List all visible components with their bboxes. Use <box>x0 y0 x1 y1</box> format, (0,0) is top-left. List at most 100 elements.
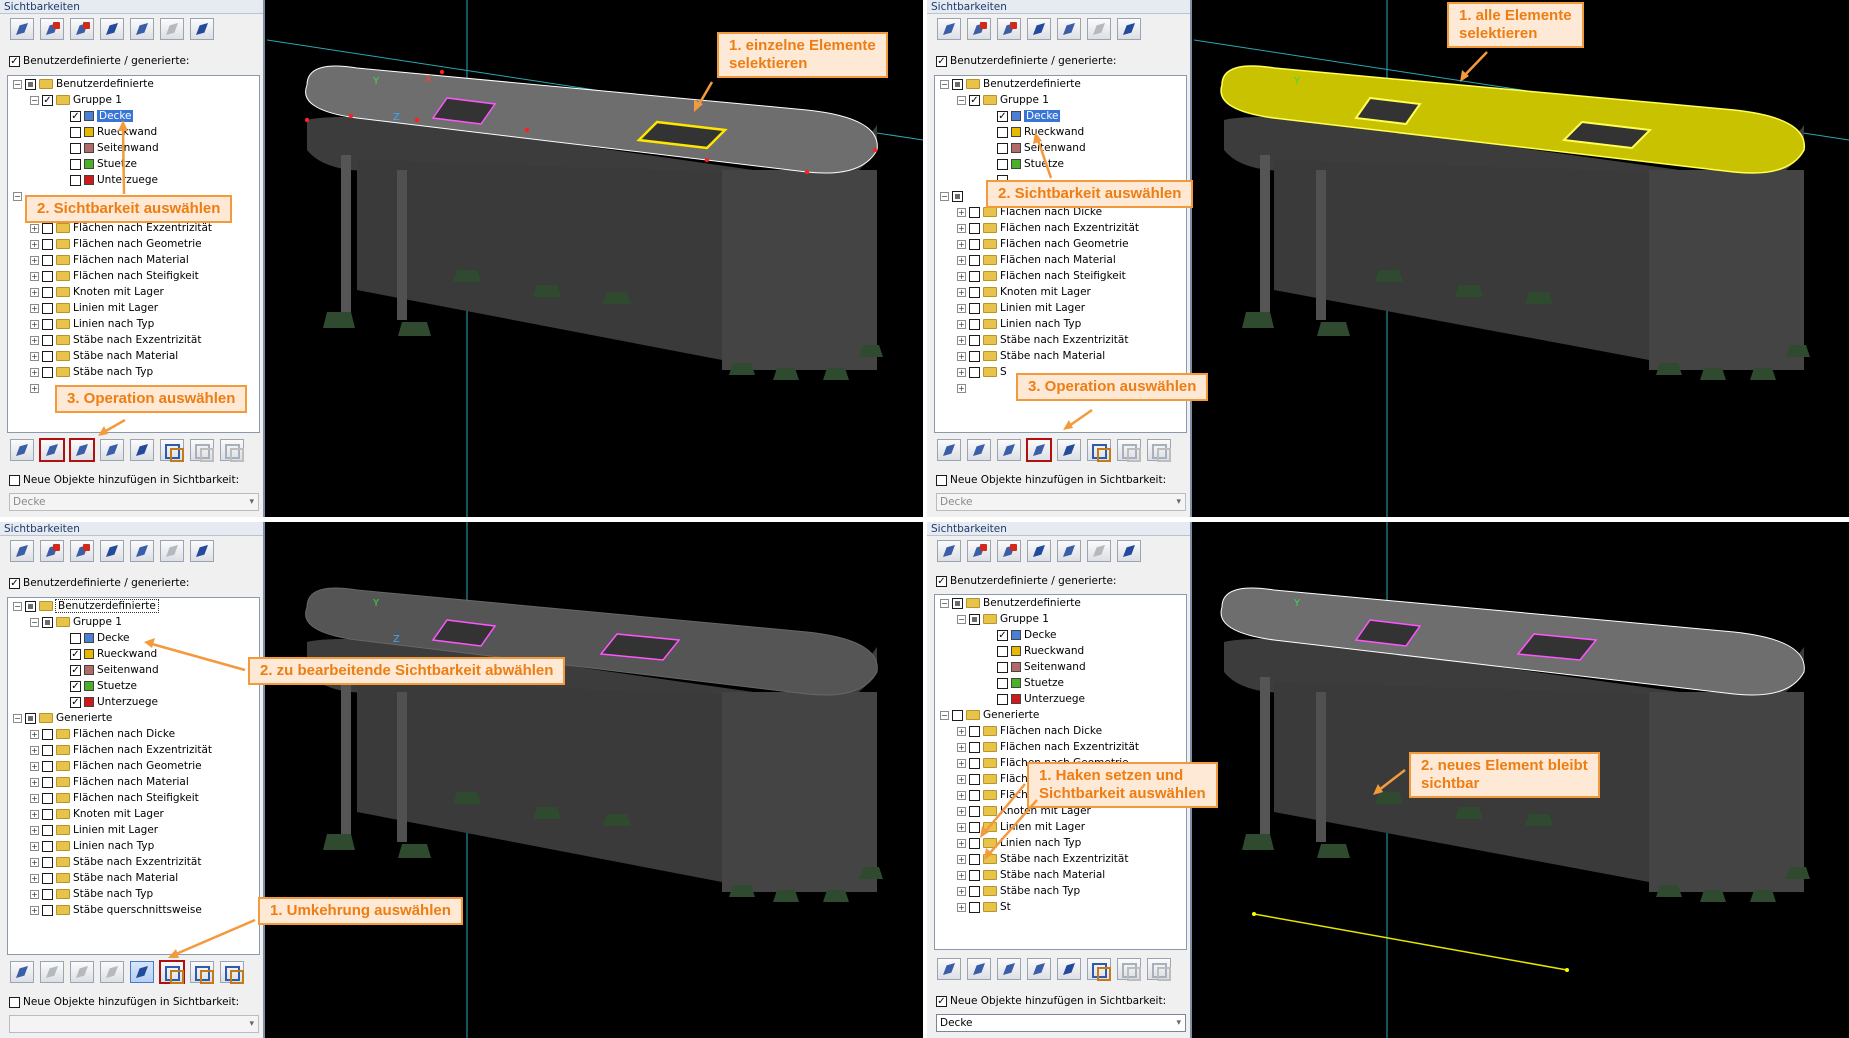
delete-visibility-icon[interactable] <box>967 540 991 562</box>
replace-visibility-icon[interactable] <box>100 961 124 983</box>
visibility-tool-icon[interactable] <box>937 958 961 980</box>
checkbox[interactable] <box>969 270 980 282</box>
user-generated-checkbox[interactable]: ✓ <box>936 575 947 587</box>
visibility-combo[interactable]: ▾ <box>9 1015 259 1033</box>
tree-item-generated[interactable]: +Flächen nach Geometrie <box>8 236 259 252</box>
checkbox[interactable] <box>969 789 980 801</box>
checkbox[interactable] <box>969 901 980 913</box>
checkbox[interactable] <box>969 366 980 378</box>
checkbox[interactable] <box>969 222 980 234</box>
checkbox[interactable] <box>42 824 53 836</box>
create-visibility-icon[interactable] <box>997 540 1021 562</box>
checkbox[interactable] <box>42 856 53 868</box>
3d-viewport[interactable]: Y <box>1194 0 1849 517</box>
difference-icon[interactable] <box>1147 958 1171 981</box>
tree-item-stuetze[interactable]: Stuetze <box>935 156 1186 172</box>
new-objects-checkbox[interactable] <box>9 996 20 1008</box>
tree-item-unterzuege[interactable]: Unterzuege <box>935 691 1186 707</box>
expand-icon[interactable]: + <box>30 255 39 265</box>
checkbox[interactable] <box>42 302 53 314</box>
invert-visibility-icon[interactable] <box>1057 958 1081 980</box>
create-visibility-icon[interactable] <box>997 18 1021 40</box>
tree-item-unterzuege[interactable]: Unterzuege <box>8 172 259 188</box>
checkbox[interactable] <box>42 366 53 378</box>
collapse-icon[interactable]: − <box>940 598 949 608</box>
visibility-combo[interactable]: Decke ▾ <box>936 1014 1186 1032</box>
checkbox[interactable] <box>997 142 1008 154</box>
tree-item-stuetze[interactable]: Stuetze <box>935 675 1186 691</box>
show-visibility-icon[interactable] <box>130 540 154 562</box>
expand-icon[interactable]: + <box>957 726 966 736</box>
checkbox[interactable] <box>42 888 53 900</box>
expand-icon[interactable]: + <box>30 351 39 361</box>
tree-node-user-defined[interactable]: − Benutzerdefinierte <box>8 76 259 92</box>
new-objects-checkbox[interactable] <box>9 474 20 486</box>
intersection-icon[interactable] <box>190 439 214 462</box>
checkbox[interactable]: ✓ <box>997 629 1008 641</box>
visibility-settings-icon[interactable] <box>1117 18 1141 40</box>
tree-item-generated[interactable]: + Linien mit Lager <box>8 300 259 316</box>
expand-icon[interactable]: + <box>957 902 966 912</box>
intersection-icon[interactable] <box>1117 958 1141 981</box>
tree-item-rueckwand[interactable]: Rueckwand <box>935 124 1186 140</box>
3d-viewport[interactable]: Y Z <box>267 522 923 1038</box>
add-to-visibility-icon[interactable] <box>967 439 991 461</box>
checkbox[interactable] <box>25 78 36 90</box>
tree-item-rueckwand[interactable]: Rueckwand <box>935 643 1186 659</box>
hide-visibility-icon[interactable] <box>1087 18 1111 40</box>
tree-item-generated[interactable]: + Linien mit Lager <box>935 819 1186 835</box>
expand-icon[interactable]: + <box>30 319 39 329</box>
tree-item-generated[interactable]: + Knoten mit Lager <box>8 806 259 822</box>
checkbox[interactable] <box>969 350 980 362</box>
new-objects-checkbox[interactable]: ✓ <box>936 995 947 1007</box>
tree-node-user-defined[interactable]: − Benutzerdefinierte <box>8 598 259 614</box>
expand-icon[interactable]: + <box>30 841 39 851</box>
checkbox[interactable] <box>42 872 53 884</box>
checkbox[interactable] <box>70 126 81 138</box>
add-to-visibility-icon[interactable] <box>39 438 65 462</box>
checkbox[interactable] <box>969 254 980 266</box>
checkbox[interactable] <box>997 693 1008 705</box>
collapse-icon[interactable]: − <box>940 191 949 201</box>
tree-item-generated[interactable]: + Linien mit Lager <box>935 300 1186 316</box>
checkbox[interactable] <box>42 222 53 234</box>
expand-icon[interactable]: + <box>957 239 966 249</box>
remove-from-visibility-icon[interactable] <box>69 438 95 462</box>
checkbox[interactable] <box>25 712 36 724</box>
expand-icon[interactable]: + <box>957 806 966 816</box>
collapse-icon[interactable]: − <box>957 95 966 105</box>
tree-node-generated[interactable]: − Generierte <box>935 707 1186 723</box>
expand-icon[interactable]: + <box>957 854 966 864</box>
expand-icon[interactable]: + <box>957 870 966 880</box>
checkbox[interactable] <box>969 773 980 785</box>
expand-icon[interactable]: + <box>30 809 39 819</box>
user-generated-row[interactable]: ✓ Benutzerdefinierte / generierte: <box>936 575 1116 587</box>
checkbox[interactable] <box>70 632 81 644</box>
checkbox[interactable] <box>969 821 980 833</box>
checkbox[interactable] <box>969 334 980 346</box>
expand-icon[interactable]: + <box>957 287 966 297</box>
tree-node-group1[interactable]: − Gruppe 1 <box>935 611 1186 627</box>
create-visibility-icon[interactable] <box>70 540 94 562</box>
tree-item-generated[interactable]: + Flächen nach Dicke <box>8 726 259 742</box>
expand-icon[interactable]: + <box>957 255 966 265</box>
delete-visibility-icon[interactable] <box>40 18 64 40</box>
user-generated-row[interactable]: ✓ Benutzerdefinierte / generierte: <box>9 577 189 589</box>
tree-item-generated[interactable]: + Stäbe nach Exzentrizität <box>8 854 259 870</box>
expand-icon[interactable]: + <box>957 790 966 800</box>
edit-visibility-icon[interactable] <box>1027 540 1051 562</box>
tree-node-group1[interactable]: − ✓ Gruppe 1 <box>935 92 1186 108</box>
union-icon[interactable] <box>1087 439 1111 462</box>
expand-icon[interactable]: + <box>957 742 966 752</box>
expand-icon[interactable]: + <box>957 774 966 784</box>
union-icon[interactable] <box>1087 958 1111 981</box>
checkbox[interactable] <box>969 805 980 817</box>
tree-item-generated[interactable]: + Linien nach Typ <box>935 316 1186 332</box>
union-icon[interactable] <box>160 439 184 462</box>
add-to-visibility-icon[interactable] <box>40 961 64 983</box>
tree-item-generated[interactable]: + Stäbe nach Exzentrizität <box>935 851 1186 867</box>
checkbox[interactable] <box>42 334 53 346</box>
checkbox[interactable] <box>969 837 980 849</box>
expand-icon[interactable]: + <box>30 383 39 393</box>
checkbox[interactable] <box>42 286 53 298</box>
